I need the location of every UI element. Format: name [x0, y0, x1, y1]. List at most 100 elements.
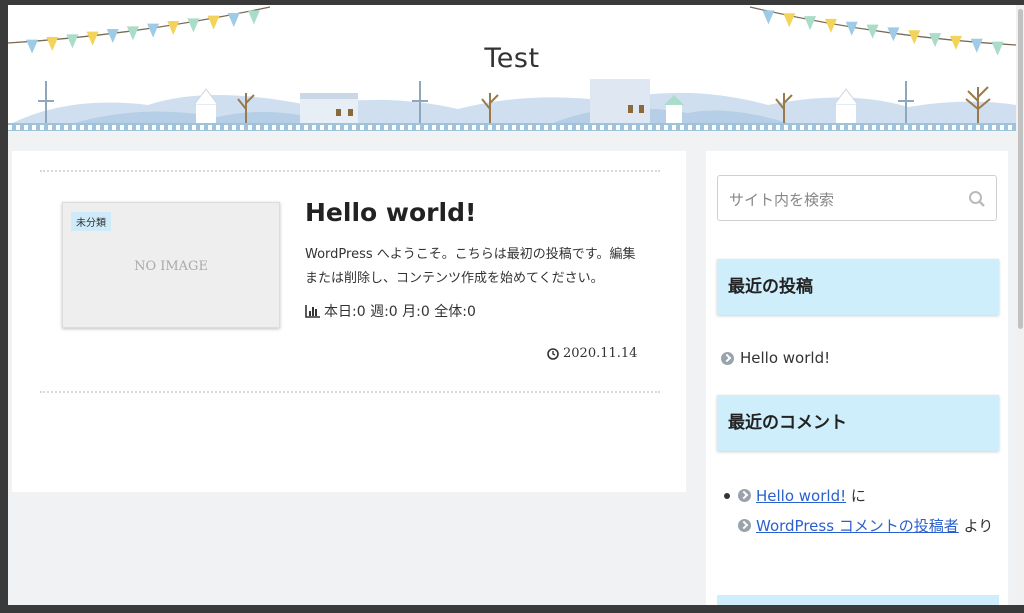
ground-stripe — [720, 125, 724, 130]
ground-stripe — [640, 125, 644, 130]
ground-stripe — [912, 125, 916, 130]
ground-stripe — [952, 125, 956, 130]
ground-stripe — [448, 125, 452, 130]
ground-stripe — [712, 125, 716, 130]
ground-stripe — [1000, 125, 1004, 130]
site-header: Test — [8, 5, 1016, 131]
ground-stripe — [136, 125, 140, 130]
ground-stripe — [552, 125, 556, 130]
ground-stripe — [760, 125, 764, 130]
ground-stripe — [104, 125, 108, 130]
ground-stripe — [160, 125, 164, 130]
ground-stripe — [752, 125, 756, 130]
top-divider — [40, 170, 660, 172]
ground-stripe — [704, 125, 708, 130]
ground-stripe — [856, 125, 860, 130]
search-icon[interactable] — [968, 190, 986, 208]
ground-stripe — [312, 125, 316, 130]
ground-stripe — [208, 125, 212, 130]
post-thumbnail[interactable]: 未分類 NO IMAGE — [62, 202, 280, 328]
ground-stripe — [224, 125, 228, 130]
bar-chart-icon — [305, 305, 320, 318]
ground-stripe — [480, 125, 484, 130]
ground-stripe — [272, 125, 276, 130]
ground-stripe — [256, 125, 260, 130]
ground-stripe — [416, 125, 420, 130]
ground-stripe — [24, 125, 28, 130]
ground-stripe — [232, 125, 236, 130]
ground-stripe — [696, 125, 700, 130]
bunting-flag — [845, 21, 858, 36]
site-title[interactable]: Test — [8, 43, 1016, 74]
ground-stripe — [1008, 125, 1012, 130]
ground-stripe — [8, 125, 12, 130]
ground-stripe — [464, 125, 468, 130]
ground-stripe — [488, 125, 492, 130]
ground-stripe — [216, 125, 220, 130]
page-scrollbar[interactable] — [1016, 5, 1024, 605]
ground-stripe — [736, 125, 740, 130]
ground-stripe — [48, 125, 52, 130]
stats-text: 本日:0 週:0 月:0 全体:0 — [324, 304, 476, 320]
bunting-flag — [147, 23, 160, 38]
recent-post-link[interactable]: Hello world! — [740, 349, 830, 367]
ground-stripe — [816, 125, 820, 130]
ground-stripe — [616, 125, 620, 130]
ground-stripe — [176, 125, 180, 130]
scrollbar-thumb[interactable] — [1018, 9, 1023, 329]
comment-by-text: より — [963, 517, 994, 535]
ground-stripe — [944, 125, 948, 130]
ground-stripe — [880, 125, 884, 130]
ground-stripe — [144, 125, 148, 130]
post-title[interactable]: Hello world! — [305, 198, 476, 227]
recent-comment-item: Hello world! に WordPress コメントの投稿者 より — [724, 481, 996, 541]
bunting-flag — [762, 10, 775, 25]
bunting-flag — [167, 21, 180, 35]
ground-stripe — [240, 125, 244, 130]
ground-stripe — [784, 125, 788, 130]
bunting-flag — [126, 26, 139, 41]
category-badge[interactable]: 未分類 — [71, 212, 111, 231]
browser-viewport: Test 未分類 NO IMAGE Hello world! WordPress… — [8, 5, 1016, 605]
ground-stripe — [192, 125, 196, 130]
bunting-flag — [187, 18, 200, 33]
recent-post-item[interactable]: Hello world! — [721, 349, 830, 367]
ground-stripe — [56, 125, 60, 130]
ground-stripe — [536, 125, 540, 130]
bunting-flag — [106, 29, 119, 43]
bunting-flag — [783, 13, 796, 28]
ground-stripe — [304, 125, 308, 130]
ground-stripe — [768, 125, 772, 130]
clock-icon — [547, 347, 559, 360]
ground-stripe — [88, 125, 92, 130]
ground-stripe — [168, 125, 172, 130]
main-content: 未分類 NO IMAGE Hello world! WordPress へようこ… — [12, 151, 686, 492]
date-text: 2020.11.14 — [563, 346, 638, 361]
ground-stripe — [504, 125, 508, 130]
ground-stripe — [152, 125, 156, 130]
ground-stripe — [280, 125, 284, 130]
recent-comments-header: 最近のコメント — [717, 395, 999, 451]
next-widget-header — [717, 595, 999, 605]
ground-stripe — [960, 125, 964, 130]
ground-stripe — [544, 125, 548, 130]
post-excerpt: WordPress へようこそ。こちらは最初の投稿です。編集または削除し、コンテ… — [305, 247, 636, 286]
ground-stripe — [472, 125, 476, 130]
ground-stripe — [832, 125, 836, 130]
ground-stripe — [520, 125, 524, 130]
ground-stripe — [584, 125, 588, 130]
comment-post-link[interactable]: Hello world! — [756, 487, 846, 505]
recent-posts-title: 最近の投稿 — [728, 277, 813, 297]
comment-author-link[interactable]: WordPress コメントの投稿者 — [756, 517, 959, 535]
post-date: 2020.11.14 — [547, 346, 637, 361]
circle-arrow-icon — [738, 489, 751, 502]
ground-stripe — [600, 125, 604, 130]
ground-stripe — [384, 125, 388, 130]
ground-stripe — [96, 125, 100, 130]
no-image-label: NO IMAGE — [134, 259, 208, 274]
ground-stripe — [560, 125, 564, 130]
sidebar: サイト内を検索 最近の投稿 Hello world! 最近のコメント Hello… — [706, 151, 1008, 605]
search-input[interactable]: サイト内を検索 — [717, 175, 997, 221]
ground-stripe — [424, 125, 428, 130]
ground-stripe — [440, 125, 444, 130]
